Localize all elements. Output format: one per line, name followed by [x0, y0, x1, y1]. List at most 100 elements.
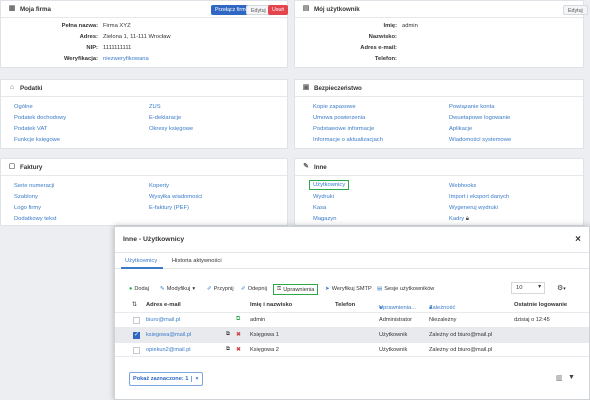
link-powiazanie-konta[interactable]: Powiązanie konta — [449, 104, 494, 110]
link-wiadomosci-systemowe[interactable]: Wiadomości systemowe — [449, 137, 511, 143]
sessions-icon: ▤ — [377, 286, 383, 292]
kv-label: Pełna nazwa: — [61, 23, 98, 29]
lock-icon: ▣ — [302, 84, 310, 91]
panel-header: ✎ Inne — [295, 159, 583, 176]
assign-label: Przypnij — [213, 286, 234, 292]
table-row[interactable]: ✓ ksiegowa@mail.pl ⧉ ✖︎ Księgowa 1 Użytk… — [115, 327, 589, 342]
link-okresy-ksiegowe[interactable]: Okresy księgowe — [149, 126, 193, 132]
link-webhooks[interactable]: Webhooks — [449, 183, 476, 189]
page-size-select[interactable]: 10 ▾ — [511, 282, 545, 294]
link-kadry-label: Kadry — [449, 216, 465, 222]
remove-user-icon[interactable]: ✖︎ — [236, 331, 241, 338]
link-magazyn[interactable]: Magazyn — [313, 216, 337, 222]
clear-selection-icon[interactable]: × — [191, 376, 201, 382]
col-last-login[interactable]: Ostatnie logowanie — [514, 302, 567, 308]
unassign-label: Odepnij — [247, 286, 267, 292]
link-szablony[interactable]: Szablony — [14, 194, 38, 200]
permissions-button[interactable]: ⚿ Uprawnienia — [273, 284, 319, 295]
col-permissions-label: Uprawnienia... — [379, 305, 417, 311]
cell-name: Księgowa 2 — [250, 347, 279, 353]
kv-label: NIP: — [86, 45, 98, 51]
panel-title: Moja firma — [20, 5, 51, 13]
link-e-deklaracje[interactable]: E-deklaracje — [149, 115, 181, 121]
show-selected-button[interactable]: Pokaż zaznaczone: 1 — [130, 376, 191, 382]
link-serie-numeracji[interactable]: Serie numeracji — [14, 183, 54, 189]
link-podatek-vat[interactable]: Podatek VAT — [14, 126, 47, 132]
cell-email[interactable]: opiekun2@mail.pl — [146, 347, 191, 353]
link-dwuetapowe-logowanie[interactable]: Dwuetapowe logowanie — [449, 115, 510, 121]
unassign-button[interactable]: ✐ Odepnij — [241, 286, 267, 292]
link-kasa[interactable]: Kasa — [313, 205, 326, 211]
trash-icon[interactable]: ▥ — [556, 374, 563, 382]
chevron-down-icon: ▾ — [192, 286, 196, 292]
delete-company-button[interactable]: Usuń — [268, 5, 289, 15]
user-icon: ▤ — [302, 5, 310, 12]
row-checkbox[interactable] — [133, 317, 140, 324]
panel-title: Inne — [314, 163, 327, 171]
kv-label: Weryfikacja: — [63, 56, 98, 62]
page-size-value: 10 — [516, 285, 523, 291]
cell-email[interactable]: ksiegowa@mail.pl — [146, 332, 191, 338]
filter-icon[interactable]: ▼ — [568, 374, 575, 381]
link-ogolne[interactable]: Ogólne — [14, 104, 33, 110]
link-dodatkowy-tekst[interactable]: Dodatkowy tekst — [14, 216, 57, 222]
col-phone[interactable]: Telefon — [335, 302, 355, 308]
link-wydruki[interactable]: Wydruki — [313, 194, 334, 200]
close-icon[interactable]: × — [575, 234, 581, 245]
link-aplikacje[interactable]: Aplikacje — [449, 126, 472, 132]
link-informacje-o-aktualizacjach[interactable]: Informacje o aktualizacjach — [313, 137, 383, 143]
link-kadry[interactable]: Kadry 🔒︎ — [449, 216, 469, 223]
link-e-faktury[interactable]: E-faktury (PEF) — [149, 205, 189, 211]
bank-icon: ⌂ — [9, 84, 15, 91]
tab-historia-aktywnosci[interactable]: Historia aktywności — [172, 258, 222, 264]
plus-icon: ● — [129, 286, 133, 292]
kv-label: Nazwisko: — [368, 34, 397, 40]
col-email[interactable]: Adres e-mail — [146, 302, 181, 308]
modify-button[interactable]: ✎ Modyfikuj ▾ — [160, 286, 195, 292]
link-kopie-zapasowe[interactable]: Kopie zapasowe — [313, 104, 356, 110]
link-logo-firmy[interactable]: Logo firmy — [14, 205, 41, 211]
panel-title: Mój użytkownik — [314, 5, 360, 13]
tab-uzytkownicy[interactable]: Użytkownicy — [125, 258, 157, 264]
kv-label: Telefon: — [374, 56, 397, 62]
kv-value: Firma XYZ — [103, 23, 131, 29]
link-umowa-powierzenia[interactable]: Umowa powierzenia — [313, 115, 365, 121]
modal-header: Inne - Użytkownicy × — [115, 227, 589, 253]
sessions-button[interactable]: ▤ Sesje użytkowników — [377, 286, 434, 292]
copy-icon[interactable]: ⧉ — [226, 331, 230, 338]
add-label: Dodaj — [134, 286, 150, 292]
verification-link[interactable]: niezweryfikowana — [103, 56, 149, 62]
link-podatek-dochodowy[interactable]: Podatek dochodowy — [14, 115, 66, 121]
link-funkcje-ksiegowe[interactable]: Funkcje księgowe — [14, 137, 60, 143]
link-koperty[interactable]: Koperty — [149, 183, 169, 189]
cell-last-login: dzisiaj o 12:45 — [514, 317, 550, 323]
link-zus[interactable]: ZUS — [149, 104, 161, 110]
assign-button[interactable]: ✐ Przypnij — [207, 286, 234, 292]
sort-icon[interactable]: ⇅ — [132, 302, 137, 308]
modal-title: Inne - Użytkownicy — [123, 236, 185, 243]
cell-dependency: Zależny od biuro@mail.pl — [429, 347, 493, 353]
table-row[interactable]: opiekun2@mail.pl ⧉ ✖︎ Księgowa 2 Użytkow… — [115, 342, 589, 357]
verify-smtp-button[interactable]: ➤ Weryfikuj SMTP — [325, 286, 372, 292]
check-icon: ✓ — [134, 332, 140, 338]
settings-dropdown[interactable]: ⚙▾ — [557, 284, 566, 292]
link-podstawowe-informacje[interactable]: Podstawowe informacje — [313, 126, 374, 132]
edit-user-button[interactable]: Edytuj — [563, 5, 588, 15]
table-row[interactable]: biuro@mail.pl ⧉ admin Administrator Niez… — [115, 312, 589, 327]
link-import-eksport[interactable]: Import i eksport danych — [449, 194, 509, 200]
switch-account-icon[interactable]: ⧉ — [236, 316, 240, 323]
cell-email[interactable]: biuro@mail.pl — [146, 317, 180, 323]
row-checkbox[interactable] — [133, 347, 140, 354]
cell-role: Użytkownik — [379, 347, 408, 353]
remove-user-icon[interactable]: ✖︎ — [236, 346, 241, 353]
copy-icon[interactable]: ⧉ — [226, 346, 230, 353]
row-checkbox[interactable]: ✓ — [133, 332, 140, 339]
link-wygeneruj-wydruki[interactable]: Wygeneruj wydruki — [449, 205, 498, 211]
verify-smtp-label: Weryfikuj SMTP — [331, 286, 372, 292]
link-uzytkownicy[interactable]: Użytkownicy — [309, 180, 350, 190]
add-button[interactable]: ● Dodaj — [129, 286, 149, 292]
link-wysylka-wiadomosci[interactable]: Wysyłka wiadomości — [149, 194, 202, 200]
panel-header: ▢ Faktury — [1, 159, 287, 176]
kv-value: Zielona 1, 11-111 Wrocław — [103, 34, 171, 40]
col-name[interactable]: Imię i nazwisko — [250, 302, 292, 308]
